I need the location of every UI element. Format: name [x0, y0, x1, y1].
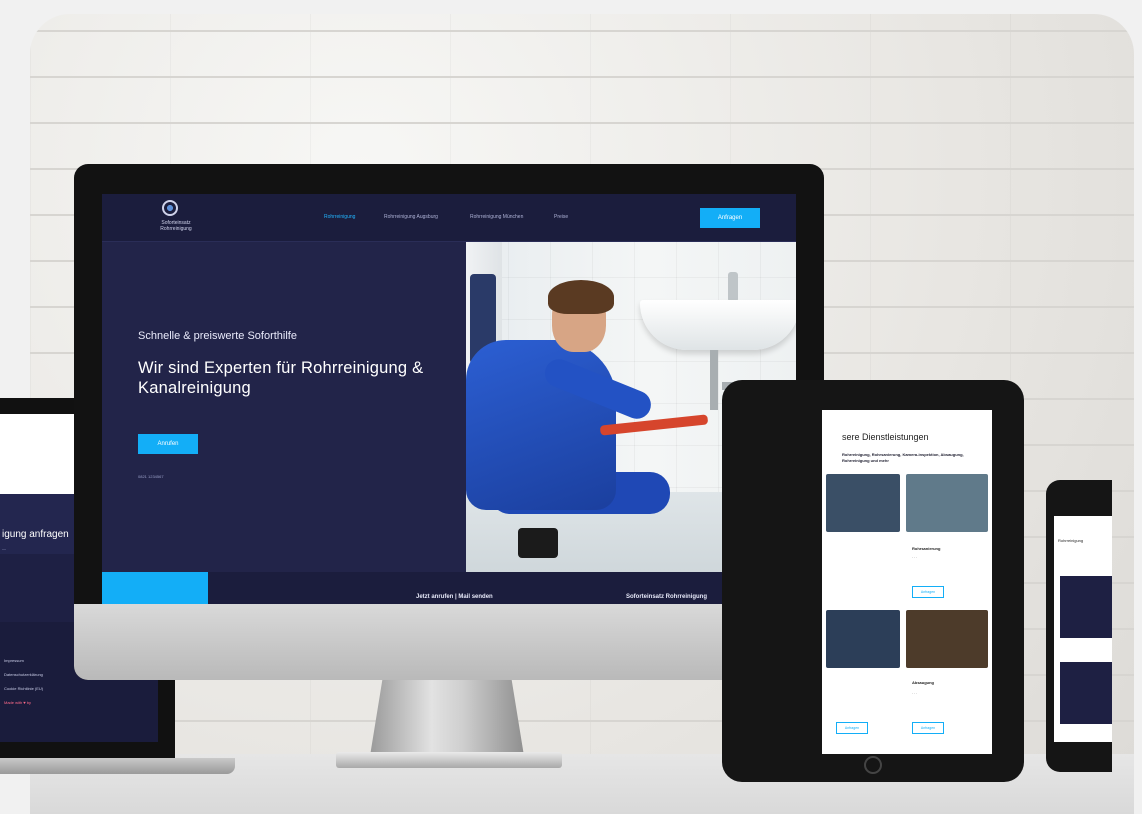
service-text-1: · · ·: [912, 556, 918, 560]
tablet-heading: sere Dienstleistungen: [842, 432, 929, 442]
service-title-2: Absaugung: [912, 680, 934, 685]
service-image-3: [826, 610, 900, 668]
phone-card-2: [1060, 662, 1112, 724]
hero-subtitle: Schnelle & preiswerte Soforthilfe: [138, 330, 297, 342]
anfragen-button[interactable]: Anfragen: [700, 208, 760, 228]
service-image-4: [906, 610, 988, 668]
bottom-brand: Soforteinsatz Rohrreinigung: [626, 594, 707, 600]
service-image-1: [826, 474, 900, 532]
plumber-hair: [548, 280, 614, 314]
footer-link-impressum[interactable]: Impressum: [4, 658, 24, 663]
nav-item-rohrreinigung[interactable]: Rohrreinigung: [324, 214, 355, 220]
tablet-subtitle: Rohrreinigung, Rohrsanierung, Kamera-ins…: [842, 452, 964, 463]
plumber-body: [466, 340, 616, 510]
drain-pipe: [710, 350, 718, 410]
hero-title: Wir sind Experten für Rohrreinigung & Ka…: [138, 359, 424, 397]
laptop-heading: igung anfragen: [2, 529, 69, 540]
nav-item-preise[interactable]: Preise: [554, 214, 568, 220]
service-text-2: · · ·: [912, 692, 918, 696]
logo-text: Soforteinsatz Rohrreinigung: [146, 220, 206, 232]
hero-phone-number: 0821 1234567: [138, 474, 164, 479]
bottom-call-mail[interactable]: Jetzt anrufen | Mail senden: [416, 594, 493, 600]
sink: [640, 300, 796, 350]
site-navbar: Soforteinsatz Rohrreinigung Rohrreinigun…: [102, 194, 796, 242]
bottom-blue-block: [102, 572, 208, 604]
hero-panel: Schnelle & preiswerte Soforthilfe Wir si…: [102, 242, 466, 572]
imac-screen: Soforteinsatz Rohrreinigung Rohrreinigun…: [102, 194, 796, 604]
imac-chin: [74, 604, 824, 680]
tablet-screen: sere Dienstleistungen Rohrreinigung, Roh…: [822, 410, 992, 754]
nav-item-augsburg[interactable]: Rohrreinigung Augsburg: [384, 214, 438, 220]
logo-icon[interactable]: [162, 200, 178, 216]
service-button-2[interactable]: Anfragen: [836, 722, 868, 734]
phone-screen: Rohrreinigung: [1054, 516, 1112, 742]
nav-item-muenchen[interactable]: Rohrreinigung München: [470, 214, 523, 220]
imac-stand-base: [336, 752, 562, 768]
faucet-icon: [728, 272, 738, 302]
plumber-shoe: [518, 528, 558, 558]
laptop-mini-line: —: [2, 546, 6, 551]
footer-link-datenschutz[interactable]: Datenschutzerklärung: [4, 672, 43, 677]
phone-card-1: [1060, 576, 1112, 638]
logo-line-2: Rohrreinigung: [160, 226, 192, 232]
imac-stand: [370, 680, 524, 756]
tablet-home-button: [864, 756, 882, 774]
footer-made-with: Made with ♥ by: [4, 700, 32, 705]
service-button-3[interactable]: Anfragen: [912, 722, 944, 734]
service-title-1: Rohrsanierung: [912, 546, 941, 551]
showcase-frame: igung anfragen — Impressum Datenschutzer…: [0, 0, 1142, 814]
phone-label: Rohrreinigung: [1058, 538, 1084, 543]
service-button-1[interactable]: Anfragen: [912, 586, 944, 598]
bottom-info-bar: Jetzt anrufen | Mail senden Soforteinsat…: [102, 572, 796, 604]
laptop-base: [0, 758, 235, 774]
anrufen-button[interactable]: Anrufen: [138, 434, 198, 454]
service-image-2: [906, 474, 988, 532]
footer-link-cookie[interactable]: Cookie Richtlinie (EU): [4, 686, 43, 691]
